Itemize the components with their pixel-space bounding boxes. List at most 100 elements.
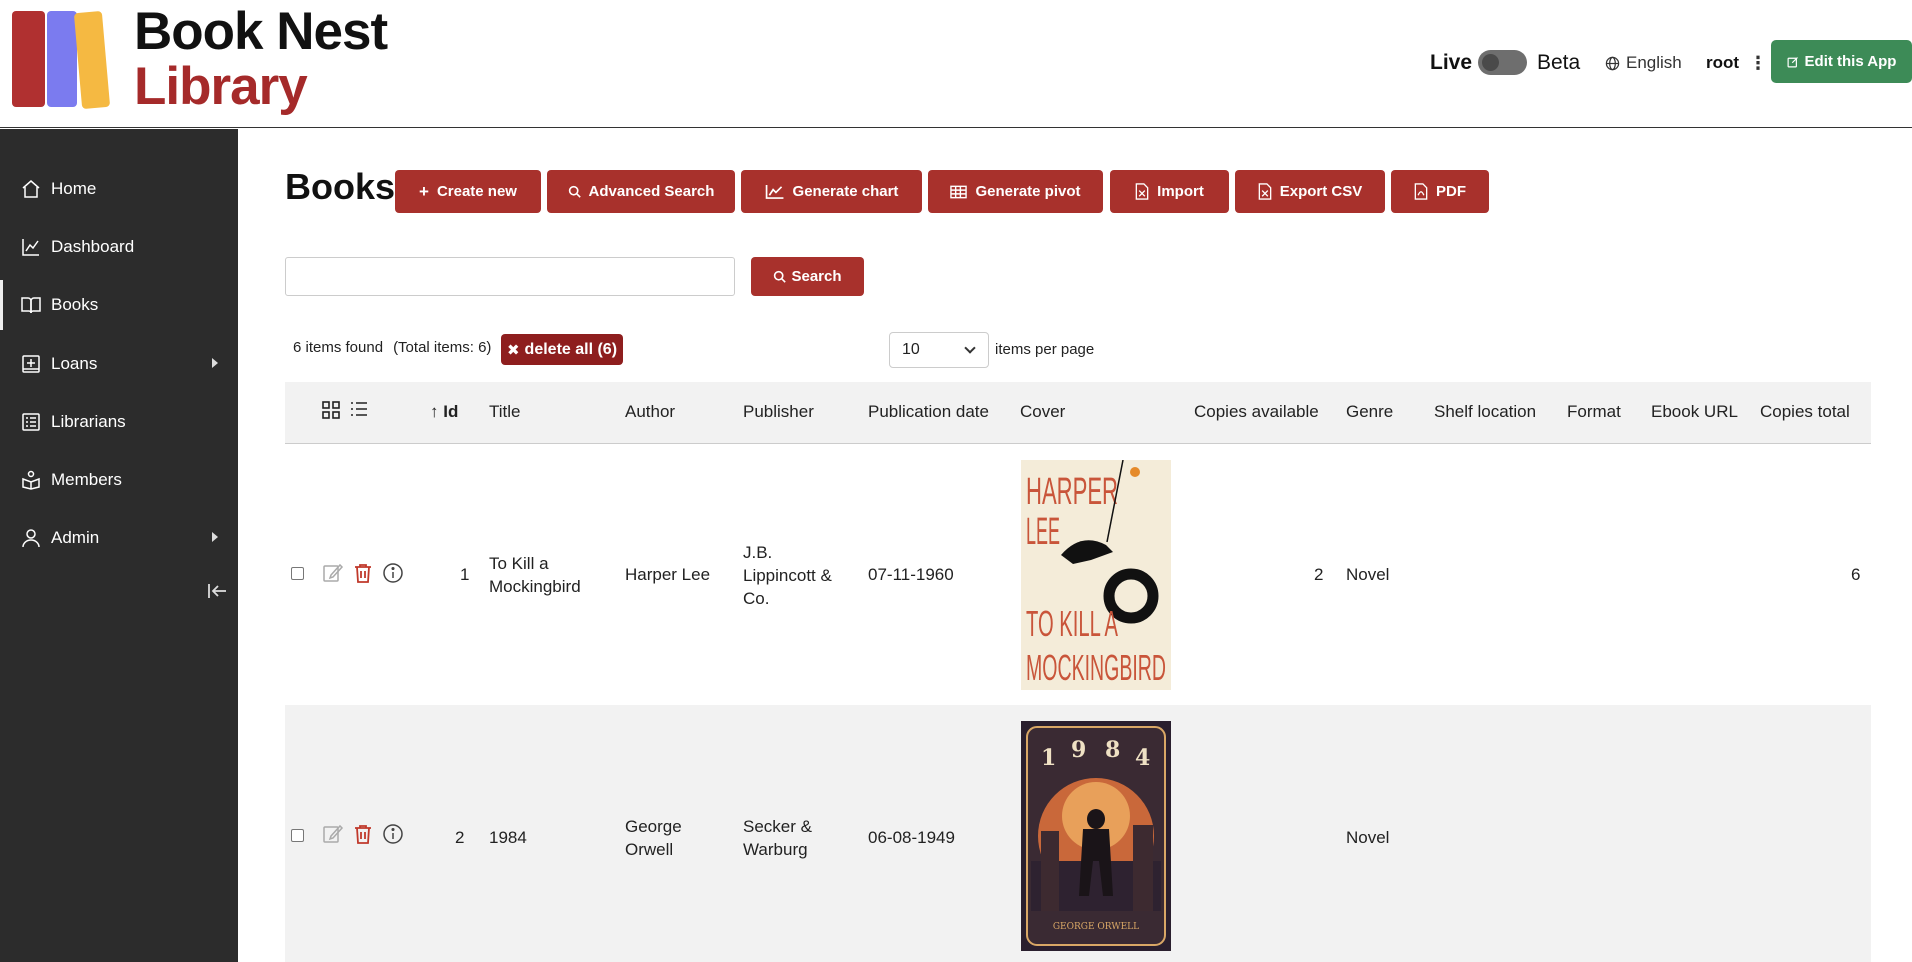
column-header-copies-total[interactable]: Copies total (1760, 402, 1850, 422)
edit-app-button[interactable]: Edit this App (1771, 40, 1912, 83)
create-new-button[interactable]: + Create new (395, 170, 541, 213)
sidebar-item-dashboard[interactable]: Dashboard (0, 222, 238, 272)
cover-title-digit-3: 8 (1105, 737, 1120, 763)
live-mode-label: Live (1430, 51, 1473, 74)
column-header-format[interactable]: Format (1567, 402, 1621, 422)
generate-pivot-label: Generate pivot (975, 183, 1081, 200)
edit-app-label: Edit this App (1804, 53, 1897, 70)
user-menu[interactable]: root ⋮ (1706, 46, 1767, 80)
sidebar-item-librarians[interactable]: Librarians (0, 397, 238, 447)
column-header-ebook-url[interactable]: Ebook URL (1651, 402, 1738, 422)
delete-all-button[interactable]: ✖ delete all (6) (501, 334, 623, 365)
column-header-author[interactable]: Author (625, 402, 675, 422)
search-button[interactable]: Search (751, 257, 864, 296)
caret-right-icon (212, 532, 218, 542)
sort-asc-icon: ↑ (430, 402, 439, 421)
plus-icon: + (419, 181, 429, 201)
cell-genre: Novel (1346, 565, 1390, 584)
info-icon[interactable] (382, 823, 404, 845)
pdf-button[interactable]: PDF (1391, 170, 1489, 213)
generate-chart-button[interactable]: Generate chart (741, 170, 922, 213)
caret-right-icon (212, 358, 218, 368)
chart-line-icon (20, 236, 42, 258)
language-selector[interactable]: English (1605, 46, 1682, 80)
sidebar-item-admin[interactable]: Admin (0, 513, 238, 563)
cell-genre: Novel (1346, 828, 1390, 847)
file-excel-icon (1258, 183, 1272, 200)
reader-icon (20, 469, 42, 491)
table-row[interactable]: 2 1984 George Orwell Secker & Warburg 06… (285, 705, 1871, 962)
globe-icon (1605, 56, 1620, 70)
generate-pivot-button[interactable]: Generate pivot (928, 170, 1103, 213)
cell-author: Harper Lee (625, 565, 711, 584)
pdf-label: PDF (1436, 183, 1466, 200)
brand-name[interactable]: Book Nest Library (134, 2, 388, 116)
advanced-search-button[interactable]: Advanced Search (547, 170, 735, 213)
cell-title[interactable]: To Kill a Mockingbird (489, 552, 609, 598)
cover-author-line-2: LEE (1026, 511, 1060, 553)
home-icon (20, 178, 42, 200)
search-input[interactable] (285, 257, 735, 296)
live-beta-toggle[interactable] (1478, 50, 1527, 75)
cover-title-digit-2: 9 (1071, 737, 1086, 763)
cell-title[interactable]: 1984 (489, 826, 609, 849)
cover-title-digit-4: 4 (1135, 745, 1150, 771)
sidebar-item-books[interactable]: Books (0, 280, 238, 330)
edit-icon (1787, 56, 1798, 67)
books-logo-icon[interactable] (10, 8, 120, 110)
collapse-left-icon[interactable] (206, 581, 230, 601)
column-header-title[interactable]: Title (489, 402, 521, 422)
advanced-search-label: Advanced Search (588, 183, 715, 200)
column-header-shelf-location[interactable]: Shelf location (1434, 402, 1536, 422)
table-row[interactable]: 1 To Kill a Mockingbird Harper Lee J.B. … (285, 444, 1871, 705)
column-header-cover[interactable]: Cover (1020, 402, 1065, 422)
list-icon (20, 411, 42, 433)
import-button[interactable]: Import (1110, 170, 1229, 213)
export-csv-label: Export CSV (1279, 183, 1363, 200)
edit-icon[interactable] (322, 562, 344, 584)
sidebar-item-home[interactable]: Home (0, 164, 238, 214)
brand-line-2: Library (134, 57, 308, 116)
kebab-menu-icon[interactable]: ⋮ (1749, 53, 1767, 74)
column-header-id[interactable]: ↑ Id (430, 402, 458, 422)
search-icon (774, 270, 787, 283)
edit-icon[interactable] (322, 823, 344, 845)
row-checkbox[interactable] (291, 567, 304, 580)
delete-all-label: delete all (6) (524, 340, 618, 358)
cell-id: 1 (460, 565, 470, 584)
per-page-value: 10 (902, 341, 920, 358)
column-header-publisher[interactable]: Publisher (743, 402, 814, 422)
export-csv-button[interactable]: Export CSV (1235, 170, 1385, 213)
cover-image[interactable]: 1 9 8 4 GEORGE ORWELL (1021, 721, 1171, 951)
cover-title-line-2: MOCKINGBIRD (1026, 647, 1166, 688)
table-icon (950, 185, 968, 198)
username: root (1706, 53, 1740, 72)
cell-copies-available: 2 (1314, 565, 1324, 584)
sidebar-item-label: Home (51, 179, 97, 198)
list-view-icon[interactable] (350, 401, 368, 417)
import-label: Import (1157, 183, 1204, 200)
items-per-page-label: items per page (995, 341, 1095, 358)
cover-image[interactable]: HARPER LEE TO KILL A MOCKINGBIRD (1021, 460, 1171, 690)
column-header-copies-available[interactable]: Copies available (1194, 402, 1319, 422)
column-header-genre[interactable]: Genre (1346, 402, 1393, 422)
trash-icon[interactable] (352, 823, 374, 845)
file-pdf-icon (1414, 183, 1428, 200)
top-bar: Book Nest Library Live Beta English root… (0, 0, 1912, 128)
brand-line-1: Book Nest (134, 2, 388, 61)
items-per-page-select[interactable]: 10 (889, 332, 989, 368)
page-title: Books (285, 166, 396, 207)
sidebar-item-label: Dashboard (51, 237, 135, 256)
sidebar-item-loans[interactable]: Loans (0, 339, 238, 389)
cell-author: George Orwell (625, 817, 682, 859)
results-count: 6 items found (Total items: 6) (293, 339, 491, 356)
row-checkbox[interactable] (291, 829, 304, 842)
grid-view-icon[interactable] (322, 401, 340, 419)
trash-icon[interactable] (352, 562, 374, 584)
sidebar-item-members[interactable]: Members (0, 455, 238, 505)
sidebar-item-label: Admin (51, 528, 100, 547)
column-header-publication-date[interactable]: Publication date (868, 402, 989, 422)
close-icon: ✖ (506, 341, 520, 359)
cover-author: GEORGE ORWELL (1053, 922, 1139, 932)
info-icon[interactable] (382, 562, 404, 584)
